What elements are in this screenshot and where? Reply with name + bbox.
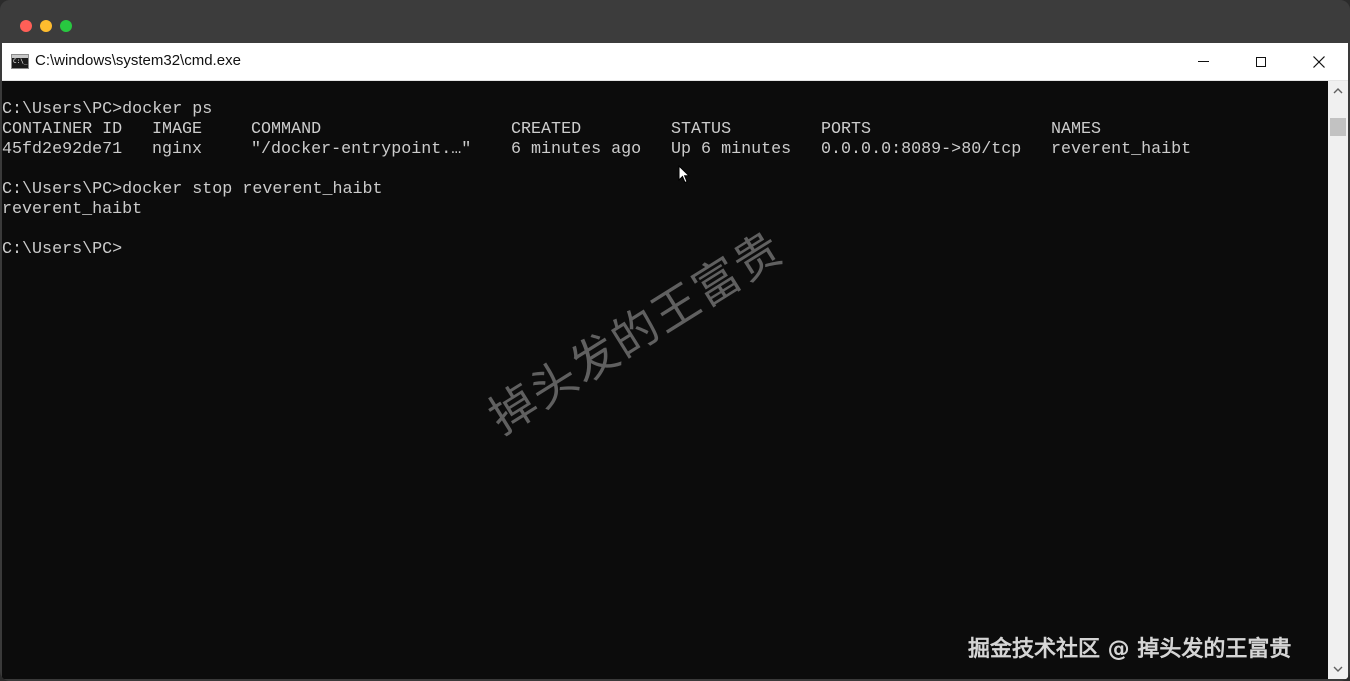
scroll-thumb[interactable]: [1330, 118, 1346, 136]
mouse-pointer-icon: [678, 165, 690, 184]
mac-minimize-button[interactable]: [40, 20, 52, 32]
window-title: C:\windows\system32\cmd.exe: [35, 52, 241, 69]
mac-close-button[interactable]: [20, 20, 32, 32]
minimize-button[interactable]: [1174, 43, 1232, 80]
vertical-scrollbar[interactable]: [1328, 81, 1348, 679]
cell-status: Up 6 minutes: [671, 140, 792, 159]
console-line-prompt: C:\Users\PC>docker stop reverent_haibt: [2, 180, 383, 199]
table-row: 45fd2e92de71 nginx "/docker-entrypoint.……: [2, 140, 1322, 160]
header-status: STATUS: [671, 120, 732, 139]
chevron-down-icon: [1333, 666, 1343, 672]
header-created: CREATED: [511, 120, 582, 139]
corner-watermark: 掘金技术社区 @ 掉头发的王富贵: [968, 637, 1292, 662]
maximize-button[interactable]: [1232, 43, 1290, 80]
scroll-up-button[interactable]: [1328, 81, 1348, 101]
cmd-icon: [11, 54, 29, 69]
console-output[interactable]: C:\Users\PC>docker ps CONTAINER ID IMAGE…: [2, 81, 1328, 679]
header-command: COMMAND: [251, 120, 322, 139]
table-header-row: CONTAINER ID IMAGE COMMAND CREATED STATU…: [2, 120, 1322, 140]
scroll-down-button[interactable]: [1328, 659, 1348, 679]
cell-image: nginx: [152, 140, 203, 159]
cell-created: 6 minutes ago: [511, 140, 642, 159]
mac-zoom-button[interactable]: [60, 20, 72, 32]
mac-titlebar: [0, 0, 1350, 43]
cell-command: "/docker-entrypoint.…": [251, 140, 472, 159]
cell-ports: 0.0.0.0:8089->80/tcp: [821, 140, 1022, 159]
window-titlebar: C:\windows\system32\cmd.exe: [2, 43, 1348, 81]
minimize-icon: [1197, 61, 1209, 62]
header-image: IMAGE: [152, 120, 203, 139]
header-names: NAMES: [1051, 120, 1102, 139]
console-line-prompt: C:\Users\PC>: [2, 240, 123, 259]
cell-names: reverent_haibt: [1051, 140, 1192, 159]
cell-container-id: 45fd2e92de71: [2, 140, 123, 159]
mac-window-frame: C:\windows\system32\cmd.exe C:\Users\PC>…: [0, 0, 1350, 681]
header-container-id: CONTAINER ID: [2, 120, 123, 139]
chevron-up-icon: [1333, 88, 1343, 94]
console-line-prompt: C:\Users\PC>docker ps: [2, 100, 213, 119]
close-icon: [1313, 55, 1325, 68]
console-line-output: reverent_haibt: [2, 200, 143, 219]
close-button[interactable]: [1290, 43, 1348, 80]
diagonal-watermark: 掉头发的王富贵: [479, 220, 793, 445]
header-ports: PORTS: [821, 120, 872, 139]
maximize-icon: [1256, 56, 1266, 67]
